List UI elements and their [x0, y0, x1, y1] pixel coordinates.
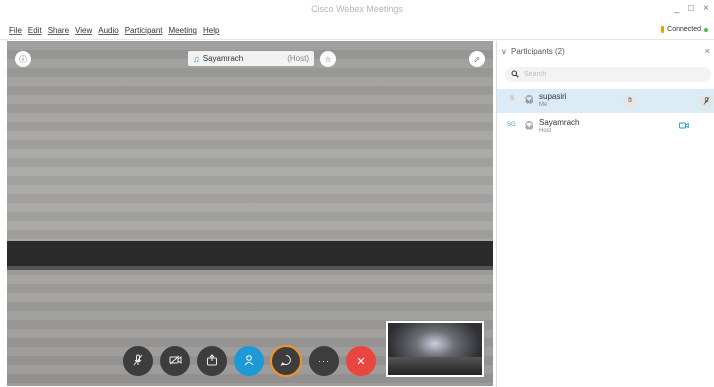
participant-search[interactable] — [505, 67, 711, 82]
pin-button[interactable]: ☆ — [320, 51, 336, 67]
close-panel-icon[interactable]: × — [705, 46, 710, 56]
pin-icon: ☆ — [324, 54, 332, 64]
menu-view[interactable]: View — [75, 26, 92, 35]
active-speaker-name: Sayamrach — [202, 54, 244, 63]
menu-participant[interactable]: Participant — [125, 26, 163, 35]
video-off-icon — [169, 355, 182, 368]
video-camera-icon — [679, 122, 689, 131]
meeting-info-button[interactable]: ⓘ — [15, 51, 31, 67]
menu-list: File Edit Share View Audio Participant M… — [9, 26, 219, 35]
video-background-band — [7, 241, 493, 266]
minimize-button[interactable]: _ — [674, 3, 680, 14]
self-view-video[interactable] — [386, 321, 484, 377]
active-speaker-role: (Host) — [287, 54, 309, 63]
leave-button[interactable]: ✕ — [346, 346, 376, 376]
hand-icon[interactable]: ✋︎ — [623, 94, 637, 108]
maximize-button[interactable]: □ — [688, 3, 694, 14]
signal-icon — [661, 26, 665, 33]
close-icon: ✕ — [356, 355, 366, 368]
more-button[interactable]: ··· — [309, 346, 339, 376]
connection-label: Connected — [667, 26, 701, 33]
menu-edit[interactable]: Edit — [28, 26, 42, 35]
layout-button[interactable]: ⬀ — [469, 51, 485, 67]
menu-meeting[interactable]: Meeting — [169, 26, 197, 35]
participant-role: Me — [539, 102, 548, 108]
participants-panel: ∨ Participants (2) × S 🎧︎ supasiri Me ✋︎… — [496, 41, 714, 387]
chevron-down-icon[interactable]: ∨ — [501, 47, 507, 56]
video-background-band-edge — [7, 266, 493, 270]
chat-button[interactable] — [270, 345, 302, 377]
self-view-floor — [388, 357, 482, 375]
close-window-button[interactable]: × — [703, 3, 709, 14]
participant-name: Sayamrach — [539, 118, 580, 127]
menu-share[interactable]: Share — [48, 26, 69, 35]
mic-muted-icon[interactable] — [699, 94, 713, 108]
participants-button[interactable] — [234, 346, 264, 376]
video-stage: ⓘ ♫ Sayamrach (Host) ☆ ⬀ ··· ✕ — [7, 41, 493, 386]
participants-panel-header: ∨ Participants (2) × — [497, 46, 714, 61]
participants-icon — [243, 354, 255, 369]
participant-initials: SG — [507, 122, 516, 128]
audio-icon: 🎧︎ — [524, 121, 535, 130]
mute-button[interactable] — [123, 346, 153, 376]
video-button[interactable] — [160, 346, 190, 376]
info-icon: ⓘ — [19, 54, 27, 64]
mic-off-icon — [132, 354, 144, 369]
title-bar: Cisco Webex Meetings _ □ × — [0, 0, 714, 20]
menu-file[interactable]: File — [9, 26, 22, 35]
search-input[interactable] — [524, 71, 694, 78]
menu-bar: File Edit Share View Audio Participant M… — [0, 20, 714, 40]
participant-name: supasiri — [539, 92, 567, 101]
status-dot-icon — [704, 27, 708, 32]
audio-icon: 🎧︎ — [524, 95, 535, 104]
speaker-icon: ♫ — [193, 53, 200, 64]
active-speaker-label: ♫ Sayamrach (Host) — [188, 51, 314, 66]
menu-audio[interactable]: Audio — [98, 26, 118, 35]
participant-row-sayamrach[interactable]: SG 🎧︎ Sayamrach Host — [497, 115, 714, 139]
share-icon — [206, 353, 218, 369]
connection-status[interactable]: Connected — [661, 26, 708, 33]
menu-help[interactable]: Help — [203, 26, 219, 35]
more-icon: ··· — [318, 356, 330, 366]
search-icon — [511, 70, 519, 80]
chat-icon — [280, 354, 292, 369]
participant-row-supasiri[interactable]: S 🎧︎ supasiri Me ✋︎ — [497, 89, 714, 113]
share-button[interactable] — [197, 346, 227, 376]
participant-role: Host — [539, 128, 552, 134]
participants-panel-title: Participants (2) — [511, 47, 565, 56]
window-title: Cisco Webex Meetings — [311, 4, 403, 14]
layout-icon: ⬀ — [473, 54, 481, 64]
participant-initials: S — [510, 96, 515, 102]
